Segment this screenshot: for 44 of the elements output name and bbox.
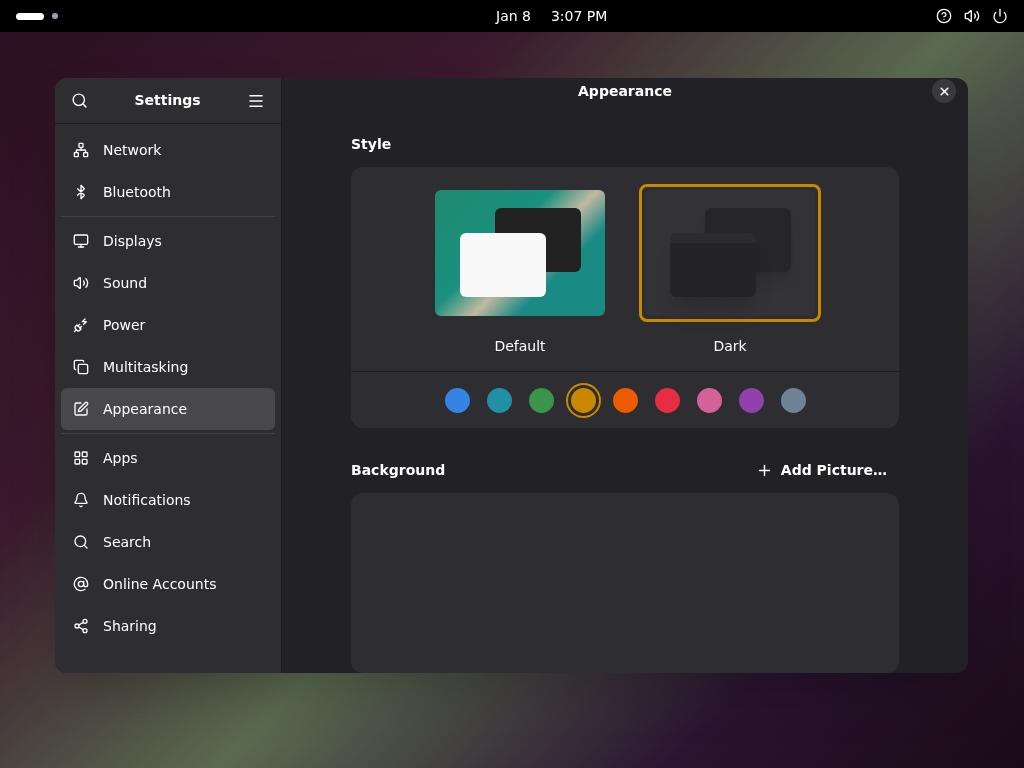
grid-icon	[73, 450, 89, 466]
sidebar-item[interactable]: Sharing	[61, 605, 275, 647]
sidebar-item[interactable]: Network	[61, 129, 275, 171]
sidebar-item[interactable]: Appearance	[61, 388, 275, 430]
section-heading: Background	[351, 461, 447, 480]
add-picture-button[interactable]: Add Picture…	[755, 460, 899, 481]
clock[interactable]: Jan 8 3:07 PM	[496, 6, 608, 26]
volume-icon[interactable]	[964, 8, 980, 24]
accent-color-swatch[interactable]	[654, 387, 680, 413]
sidebar-item[interactable]: Multitasking	[61, 346, 275, 388]
sidebar-item[interactable]: Displays	[61, 220, 275, 262]
sidebar-item[interactable]: Online Accounts	[61, 563, 275, 605]
sidebar-item[interactable]: Apps	[61, 437, 275, 479]
search-icon	[73, 534, 89, 550]
accent-color-swatch[interactable]	[486, 387, 512, 413]
page-title: Appearance	[577, 82, 673, 101]
accent-color-swatch[interactable]	[696, 387, 722, 413]
close-icon	[937, 84, 951, 98]
accent-color-swatch[interactable]	[528, 387, 554, 413]
share-icon	[73, 618, 89, 634]
overlapping-windows-icon	[73, 359, 89, 375]
workspace-indicator[interactable]	[16, 12, 44, 20]
accent-color-swatch[interactable]	[738, 387, 764, 413]
window-title: Settings	[133, 91, 202, 110]
search-icon	[71, 92, 88, 109]
bell-icon	[73, 492, 89, 508]
accent-color-swatch[interactable]	[612, 387, 638, 413]
plug-icon	[73, 317, 89, 333]
sidebar-item[interactable]: Sound	[61, 262, 275, 304]
at-sign-icon	[73, 576, 89, 592]
section-heading: Style	[351, 135, 393, 154]
monitor-icon	[73, 233, 89, 249]
sidebar-item[interactable]: Notifications	[61, 479, 275, 521]
network-icon	[73, 142, 89, 158]
style-option[interactable]: Default	[429, 184, 611, 357]
accent-color-swatch[interactable]	[780, 387, 806, 413]
power-icon[interactable]	[992, 8, 1008, 24]
sidebar-item[interactable]: Bluetooth	[61, 171, 275, 213]
close-button[interactable]	[932, 79, 956, 103]
speaker-icon	[73, 275, 89, 291]
accent-color-swatch[interactable]	[444, 387, 470, 413]
sidebar-item[interactable]: Power	[61, 304, 275, 346]
sidebar-item[interactable]: Search	[61, 521, 275, 563]
pen-square-icon	[73, 401, 89, 417]
